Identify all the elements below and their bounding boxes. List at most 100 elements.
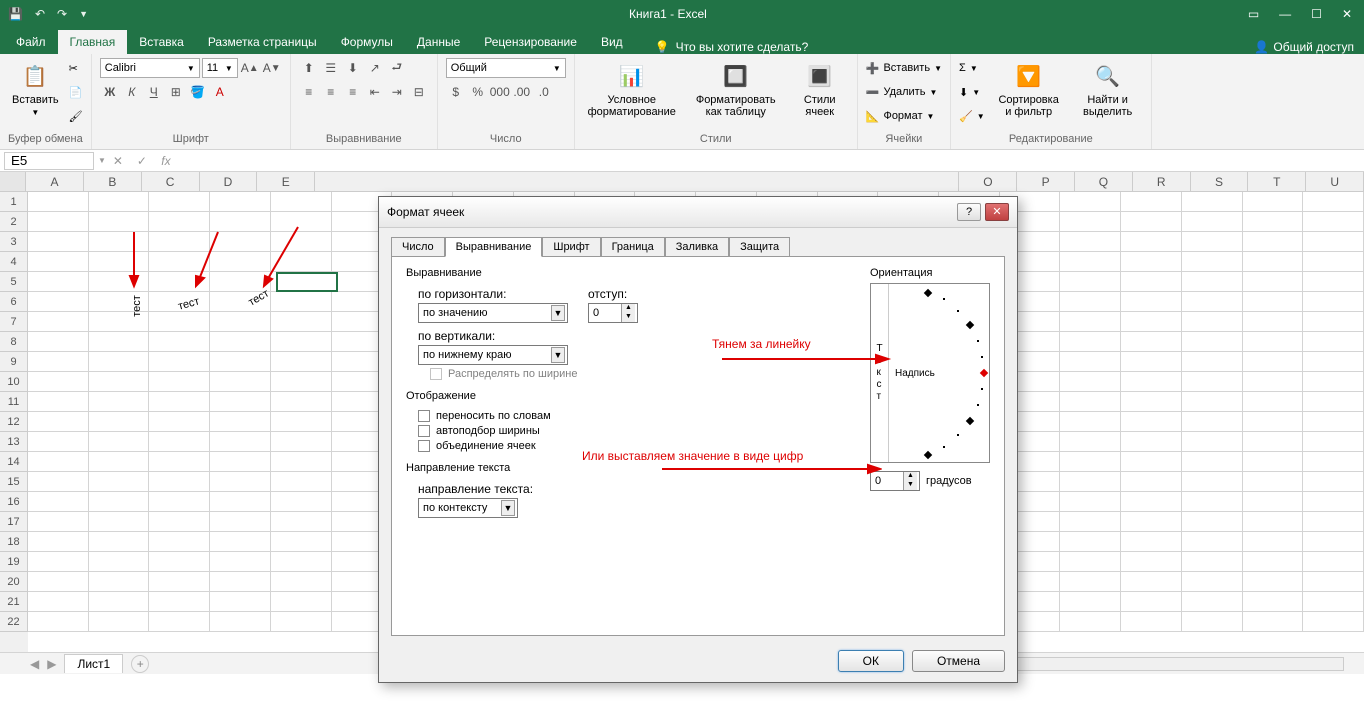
cell[interactable] xyxy=(210,492,271,512)
sort-filter-button[interactable]: 🔽Сортировка и фильтр xyxy=(991,58,1067,120)
cell[interactable] xyxy=(271,192,332,212)
col-header[interactable]: Q xyxy=(1075,172,1133,191)
enter-formula-icon[interactable]: ✓ xyxy=(130,154,154,168)
cell[interactable] xyxy=(89,252,150,272)
cell[interactable] xyxy=(89,212,150,232)
cell[interactable] xyxy=(1121,512,1182,532)
row-header[interactable]: 2 xyxy=(0,212,28,232)
cell[interactable] xyxy=(1243,492,1304,512)
cell[interactable] xyxy=(1303,372,1364,392)
autosum-button[interactable]: Σ▼ xyxy=(959,58,985,78)
cell[interactable] xyxy=(1121,572,1182,592)
cell[interactable] xyxy=(1121,332,1182,352)
tab-formulas[interactable]: Формулы xyxy=(329,30,405,54)
cell[interactable] xyxy=(210,312,271,332)
cell[interactable] xyxy=(28,472,89,492)
cell[interactable] xyxy=(28,572,89,592)
row-header[interactable]: 12 xyxy=(0,412,28,432)
minimize-icon[interactable]: — xyxy=(1279,7,1291,21)
find-select-button[interactable]: 🔍Найти и выделить xyxy=(1073,58,1143,120)
cell[interactable] xyxy=(28,432,89,452)
cell[interactable] xyxy=(1121,232,1182,252)
cell[interactable] xyxy=(1060,252,1121,272)
cell[interactable] xyxy=(28,612,89,632)
cell[interactable] xyxy=(1303,312,1364,332)
cell[interactable] xyxy=(1121,212,1182,232)
cell[interactable] xyxy=(89,432,150,452)
col-header[interactable]: A xyxy=(26,172,84,191)
close-icon[interactable]: ✕ xyxy=(1342,7,1352,21)
cell[interactable] xyxy=(149,512,210,532)
cell[interactable] xyxy=(1303,392,1364,412)
dialog-tab-alignment[interactable]: Выравнивание xyxy=(445,237,543,257)
cell[interactable] xyxy=(1182,332,1243,352)
cell[interactable] xyxy=(149,372,210,392)
cell[interactable] xyxy=(1121,412,1182,432)
cell[interactable] xyxy=(89,592,150,612)
col-header[interactable]: D xyxy=(200,172,258,191)
row-header[interactable]: 10 xyxy=(0,372,28,392)
align-bottom-icon[interactable]: ⬇ xyxy=(343,58,363,78)
paste-button[interactable]: 📋 Вставить ▼ xyxy=(8,58,63,119)
cell[interactable] xyxy=(1303,192,1364,212)
cell[interactable] xyxy=(210,432,271,452)
increase-indent-icon[interactable]: ⇥ xyxy=(387,82,407,102)
tab-home[interactable]: Главная xyxy=(58,30,128,54)
maximize-icon[interactable]: ☐ xyxy=(1311,7,1322,21)
cell[interactable] xyxy=(1060,452,1121,472)
percent-icon[interactable]: % xyxy=(468,82,488,102)
wrap-checkbox[interactable] xyxy=(418,410,430,422)
cell[interactable] xyxy=(1303,512,1364,532)
cell[interactable] xyxy=(1303,212,1364,232)
cell[interactable] xyxy=(1060,612,1121,632)
cell[interactable] xyxy=(1182,412,1243,432)
cell[interactable] xyxy=(28,192,89,212)
cell[interactable] xyxy=(1243,452,1304,472)
share-button[interactable]: 👤 Общий доступ xyxy=(1254,40,1364,54)
cell[interactable] xyxy=(1060,592,1121,612)
cell[interactable] xyxy=(1303,272,1364,292)
cell[interactable] xyxy=(149,452,210,472)
cell[interactable] xyxy=(1243,272,1304,292)
merge-button[interactable]: ⊟ xyxy=(409,82,429,102)
cell[interactable] xyxy=(1060,392,1121,412)
cell[interactable] xyxy=(1243,552,1304,572)
cell[interactable] xyxy=(271,312,332,332)
cell[interactable] xyxy=(89,572,150,592)
dialog-tab-border[interactable]: Граница xyxy=(601,237,665,257)
cell[interactable] xyxy=(149,392,210,412)
cell[interactable] xyxy=(1303,572,1364,592)
cell[interactable] xyxy=(1303,532,1364,552)
decrease-decimal-icon[interactable]: .0 xyxy=(534,82,554,102)
cell[interactable] xyxy=(28,292,89,312)
dialog-tab-fill[interactable]: Заливка xyxy=(665,237,729,257)
cell[interactable] xyxy=(271,592,332,612)
comma-icon[interactable]: 000 xyxy=(490,82,510,102)
align-left-icon[interactable]: ≡ xyxy=(299,82,319,102)
cell[interactable] xyxy=(1121,492,1182,512)
cell[interactable] xyxy=(149,472,210,492)
cell[interactable] xyxy=(1060,192,1121,212)
cell[interactable] xyxy=(271,512,332,532)
cell[interactable] xyxy=(89,492,150,512)
cell[interactable] xyxy=(271,452,332,472)
row-header[interactable]: 17 xyxy=(0,512,28,532)
cell[interactable] xyxy=(1060,332,1121,352)
bold-button[interactable]: Ж xyxy=(100,82,120,102)
cell[interactable] xyxy=(210,372,271,392)
cell[interactable] xyxy=(89,612,150,632)
cell[interactable] xyxy=(1303,412,1364,432)
orientation-vertical-text[interactable]: Текст xyxy=(876,343,882,403)
cell[interactable] xyxy=(89,452,150,472)
cell[interactable] xyxy=(1182,312,1243,332)
cell[interactable] xyxy=(210,192,271,212)
currency-icon[interactable]: $ xyxy=(446,82,466,102)
cell[interactable] xyxy=(28,212,89,232)
cell[interactable] xyxy=(28,252,89,272)
indent-spinner[interactable]: ▲▼ xyxy=(588,303,638,323)
cancel-button[interactable]: Отмена xyxy=(912,650,1005,672)
col-header[interactable]: E xyxy=(257,172,315,191)
cell[interactable] xyxy=(1121,312,1182,332)
cell[interactable] xyxy=(1243,352,1304,372)
cell[interactable] xyxy=(1303,592,1364,612)
